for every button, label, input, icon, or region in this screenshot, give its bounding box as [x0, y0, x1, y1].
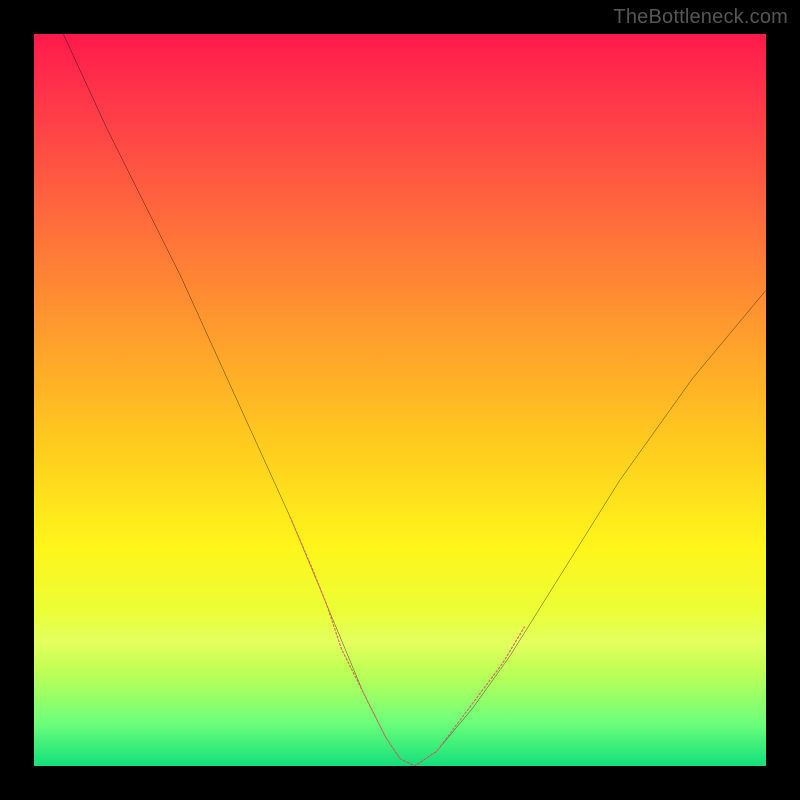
plot-area: [34, 34, 766, 766]
dotted-highlight: [290, 517, 524, 766]
bottleneck-curve: [63, 34, 766, 766]
chart-frame: TheBottleneck.com: [0, 0, 800, 800]
curve-svg: [34, 34, 766, 766]
attribution-label: TheBottleneck.com: [613, 6, 788, 29]
